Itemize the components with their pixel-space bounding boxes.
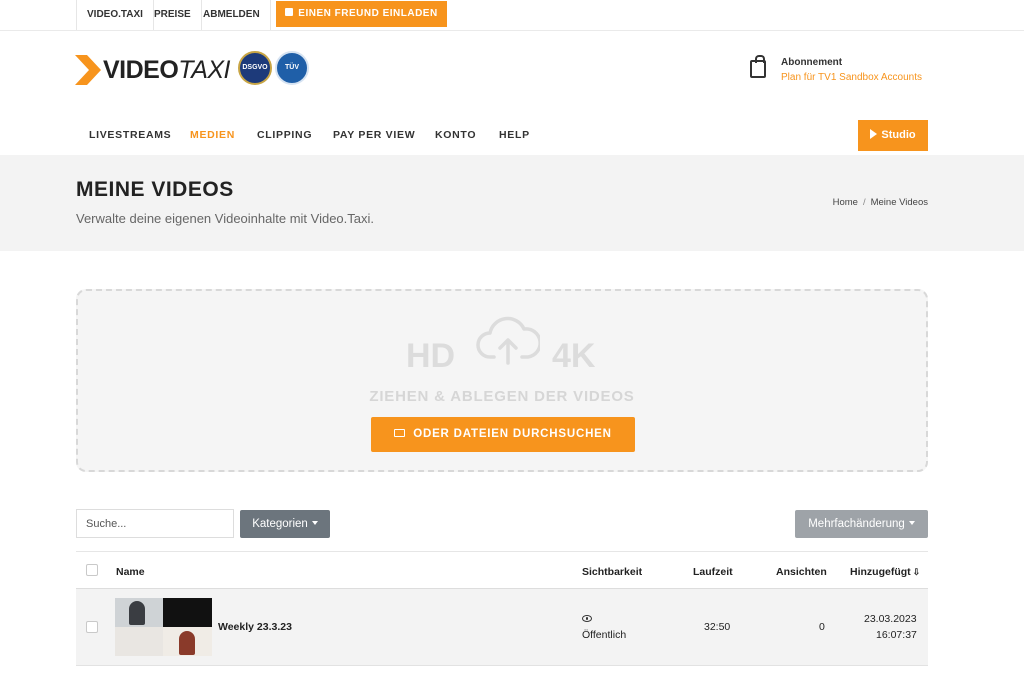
shopping-bag-icon xyxy=(750,55,766,78)
bulk-edit-label: Mehrfachänderung xyxy=(808,518,905,530)
nav-clipping[interactable]: CLIPPING xyxy=(257,129,312,141)
toplink-abmelden[interactable]: ABMELDEN xyxy=(193,0,271,30)
site-header: VIDEOTAXI DSGVO TÜV Abonnement Plan für … xyxy=(0,31,1024,112)
logo-text-bold: VIDEO xyxy=(103,56,179,84)
sort-desc-icon: ⇩ xyxy=(912,567,921,577)
page-title: MEINE VIDEOS xyxy=(76,178,234,201)
video-added-time: 16:07:37 xyxy=(876,629,917,641)
main-nav: LIVESTREAMS MEDIEN CLIPPING PAY PER VIEW… xyxy=(0,112,1024,155)
nav-pay-per-view[interactable]: PAY PER VIEW xyxy=(333,129,415,141)
table-header: Name Sichtbarkeit Laufzeit Ansichten Hin… xyxy=(76,551,928,589)
col-added-label: Hinzugefügt xyxy=(850,566,911,578)
video-views: 0 xyxy=(819,621,825,633)
folder-open-icon xyxy=(394,429,406,437)
breadcrumb: Home / Meine Videos xyxy=(833,197,928,208)
logo-text-thin: TAXI xyxy=(178,56,231,84)
col-visibility[interactable]: Sichtbarkeit xyxy=(582,566,642,578)
col-views[interactable]: Ansichten xyxy=(776,566,827,578)
upload-dropzone[interactable]: HD 4K ZIEHEN & ABLEGEN DER VIDEOS ODER D… xyxy=(76,289,928,472)
table-row[interactable]: Weekly 23.3.23 Öffentlich 32:50 0 23.03.… xyxy=(76,589,928,666)
col-added[interactable]: Hinzugefügt ⇩ xyxy=(850,566,920,578)
breadcrumb-separator: / xyxy=(862,197,866,208)
dsgvo-seal-text: DSGVO xyxy=(242,64,268,71)
caret-down-icon xyxy=(311,521,318,525)
page-subtitle: Verwalte deine eigenen Videoinhalte mit … xyxy=(76,211,375,226)
col-name[interactable]: Name xyxy=(116,566,145,578)
col-duration[interactable]: Laufzeit xyxy=(693,566,733,578)
studio-label: Studio xyxy=(881,129,916,141)
nav-medien[interactable]: MEDIEN xyxy=(190,129,235,141)
tuev-seal-text: TÜV xyxy=(285,64,299,71)
cloud-upload-icon xyxy=(476,316,540,365)
hd-label: HD xyxy=(406,337,456,375)
videos-table: Name Sichtbarkeit Laufzeit Ansichten Hin… xyxy=(76,551,928,666)
select-all-checkbox[interactable] xyxy=(86,564,98,576)
studio-button[interactable]: Studio xyxy=(858,120,928,151)
invite-friend-button[interactable]: EINEN FREUND EINLADEN xyxy=(276,1,447,27)
nav-help[interactable]: HELP xyxy=(499,129,530,141)
drag-drop-text: ZIEHEN & ABLEGEN DER VIDEOS xyxy=(369,388,635,405)
invite-label: EINEN FREUND EINLADEN xyxy=(298,8,438,19)
top-bar: VIDEO.TAXI PREISE ABMELDEN EINEN FREUND … xyxy=(0,0,1024,31)
video-thumbnail[interactable] xyxy=(115,598,212,656)
breadcrumb-home[interactable]: Home xyxy=(833,197,858,208)
categories-dropdown[interactable]: Kategorien xyxy=(240,510,330,538)
4k-label: 4K xyxy=(552,337,596,375)
bulk-edit-dropdown[interactable]: Mehrfachänderung xyxy=(795,510,928,538)
toplink-videotaxi[interactable]: VIDEO.TAXI xyxy=(76,0,154,30)
nav-livestreams[interactable]: LIVESTREAMS xyxy=(89,129,171,141)
page-title-band: MEINE VIDEOS Verwalte deine eigenen Vide… xyxy=(0,155,1024,251)
search-input[interactable] xyxy=(76,509,234,538)
nav-konto[interactable]: KONTO xyxy=(435,129,476,141)
row-checkbox[interactable] xyxy=(86,621,98,633)
browse-label: ODER DATEIEN DURCHSUCHEN xyxy=(413,428,612,440)
categories-label: Kategorien xyxy=(252,518,308,530)
eye-icon xyxy=(582,615,592,622)
logo-chevron-icon xyxy=(75,55,101,85)
video-visibility: Öffentlich xyxy=(582,629,627,641)
caret-down-icon xyxy=(908,521,915,525)
video-duration: 32:50 xyxy=(704,621,731,633)
video-name[interactable]: Weekly 23.3.23 xyxy=(218,621,292,633)
subscription-title: Abonnement xyxy=(781,57,843,68)
play-arrow-icon xyxy=(870,129,878,139)
browse-files-button[interactable]: ODER DATEIEN DURCHSUCHEN xyxy=(371,417,635,452)
breadcrumb-current: Meine Videos xyxy=(870,197,928,208)
subscription-plan-link[interactable]: Plan für TV1 Sandbox Accounts xyxy=(781,72,922,83)
video-added-date: 23.03.2023 xyxy=(864,613,917,625)
dsgvo-seal: DSGVO xyxy=(238,51,272,85)
tuev-seal: TÜV xyxy=(275,51,309,85)
gift-icon xyxy=(285,8,294,16)
